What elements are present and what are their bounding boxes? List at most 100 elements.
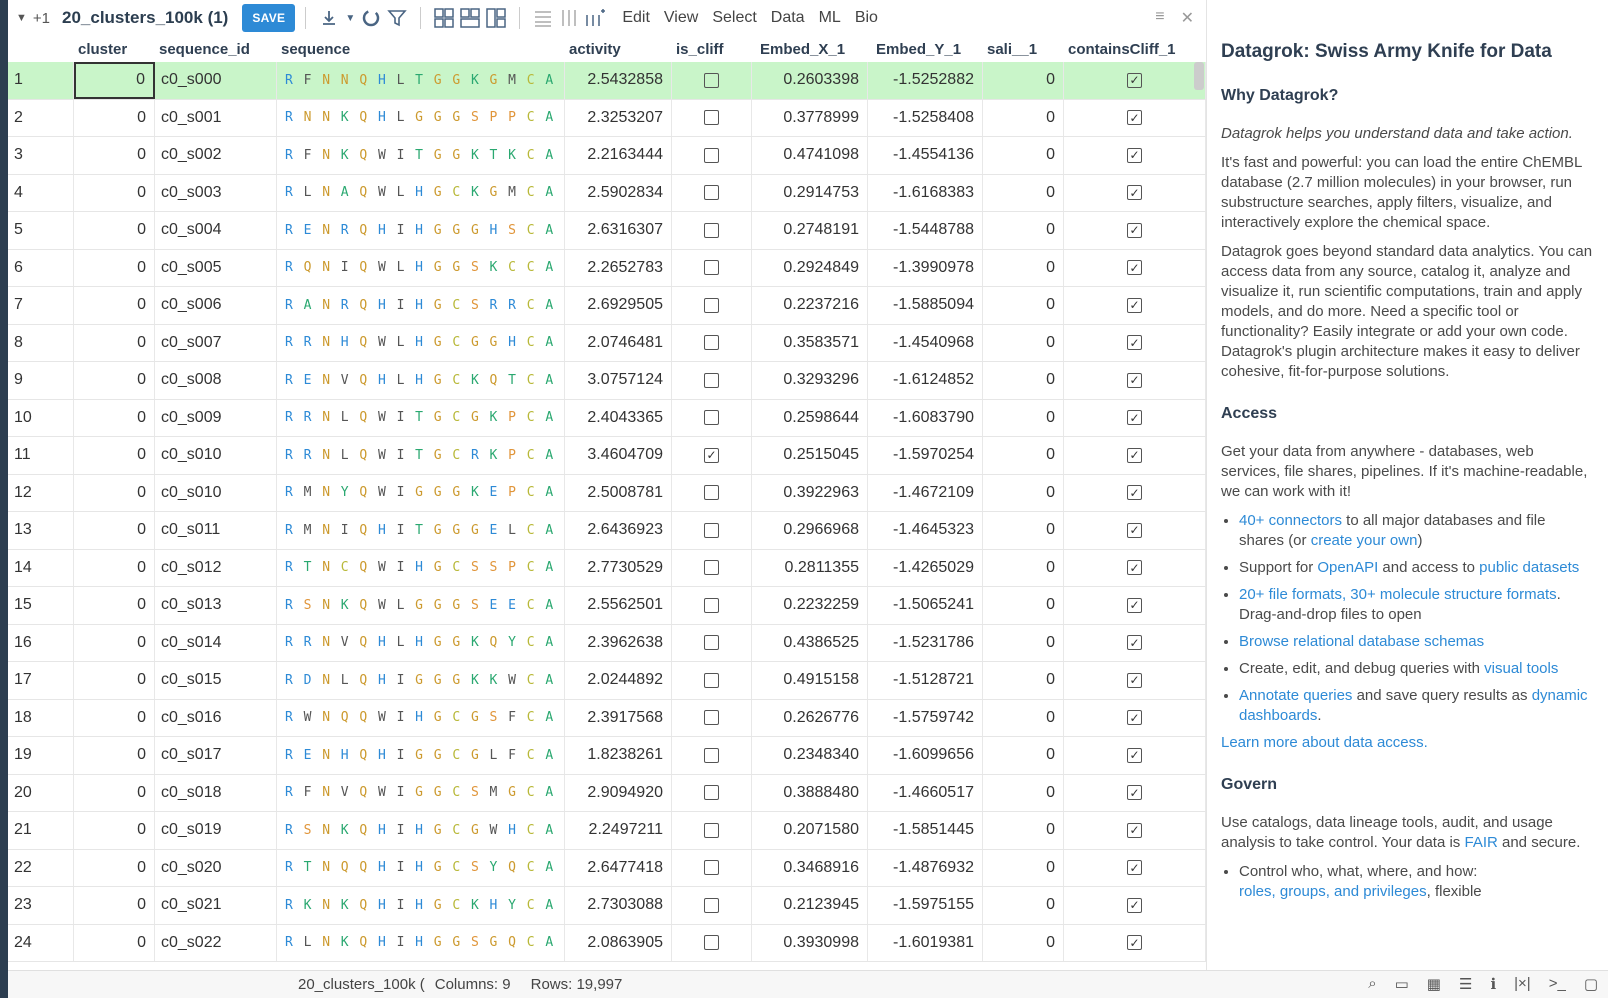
table-row[interactable]: 13 0 c0_s011 R M N I Q H I T G G G E L C A 2.6436923 0.2966… [8, 512, 1206, 550]
cell-sequence-id[interactable]: c0_s002 [155, 137, 277, 174]
cell-activity[interactable]: 2.3962638 [565, 624, 672, 661]
cell-embed-y[interactable]: -1.4645323 [868, 512, 983, 549]
cell-contains-cliff[interactable]: ✓ [1064, 812, 1206, 849]
status-table-name[interactable]: 20_clusters_100k ( [298, 976, 425, 993]
cell-embed-x[interactable]: 0.2966968 [752, 512, 868, 549]
cell-activity[interactable]: 2.6929505 [565, 287, 672, 324]
header-sequence-id[interactable]: sequence_id [155, 41, 277, 58]
row-index[interactable]: 11 [8, 437, 74, 474]
cell-cluster[interactable]: 0 [74, 587, 155, 624]
table-row[interactable]: 9 0 c0_s008 R E N V Q H L H G C K Q T C A 3.0757124 0.32932… [8, 362, 1206, 400]
settings-sliders-icon[interactable]: ☰ [1459, 975, 1472, 993]
cell-activity[interactable]: 2.6477418 [565, 849, 672, 886]
annotate-queries-link[interactable]: Annotate queries [1239, 687, 1352, 704]
cell-sequence-id[interactable]: c0_s010 [155, 474, 277, 511]
roles-groups-link[interactable]: roles, groups, and privileges [1239, 883, 1427, 900]
row-index[interactable]: 7 [8, 287, 74, 324]
table-row[interactable]: 8 0 c0_s007 R R N H Q W L H G C G G H C A 2.0746481 0.35835… [8, 324, 1206, 362]
cell-sequence-id[interactable]: c0_s017 [155, 737, 277, 774]
learn-more-access-link[interactable]: Learn more about data access. [1221, 733, 1594, 753]
cell-contains-cliff[interactable]: ✓ [1064, 774, 1206, 811]
cell-cluster[interactable]: 0 [74, 362, 155, 399]
cell-embed-y[interactable]: -1.4660517 [868, 774, 983, 811]
contains-cliff-checkbox[interactable]: ✓ [1127, 372, 1142, 388]
cell-sequence[interactable]: RLNAQWLHGCKGMCA [277, 174, 565, 211]
cell-is-cliff[interactable] [672, 99, 752, 136]
is-cliff-checkbox[interactable] [704, 860, 719, 876]
menu-edit[interactable]: Edit [622, 9, 650, 27]
cell-is-cliff[interactable] [672, 362, 752, 399]
cell-embed-y[interactable]: -1.5231786 [868, 624, 983, 661]
table-row[interactable]: 21 0 c0_s019 R S N K Q H I H G C G W H C A 2.2497211 0.2071… [8, 812, 1206, 850]
cell-cluster[interactable]: 0 [74, 924, 155, 961]
is-cliff-checkbox[interactable] [704, 560, 719, 576]
cell-embed-x[interactable]: 0.2123945 [752, 887, 868, 924]
cell-cluster[interactable]: 0 [74, 774, 155, 811]
cell-activity[interactable]: 2.6436923 [565, 512, 672, 549]
cell-is-cliff[interactable] [672, 624, 752, 661]
header-sali[interactable]: sali__1 [983, 41, 1064, 58]
row-index[interactable]: 24 [8, 924, 74, 961]
cell-cluster[interactable]: 0 [74, 737, 155, 774]
header-cluster[interactable]: cluster [74, 41, 155, 58]
cell-sequence[interactable]: RENHQHIGGCGLFCA [277, 737, 565, 774]
cell-embed-y[interactable]: -1.5851445 [868, 812, 983, 849]
filter-icon[interactable] [384, 5, 410, 31]
table-row[interactable]: 2 0 c0_s001 R N N K Q H L G G G S P P C A 2.3253207 0.37789… [8, 99, 1206, 137]
contains-cliff-checkbox[interactable]: ✓ [1127, 185, 1142, 201]
cell-embed-x[interactable]: 0.4386525 [752, 624, 868, 661]
cell-sequence-id[interactable]: c0_s006 [155, 287, 277, 324]
cell-sequence-id[interactable]: c0_s014 [155, 624, 277, 661]
cell-activity[interactable]: 2.2163444 [565, 137, 672, 174]
cell-sequence[interactable]: RSNKQHIHGCGWHCA [277, 812, 565, 849]
cell-sequence[interactable]: RMNYQWIGGGKEPCA [277, 474, 565, 511]
cell-cluster[interactable]: 0 [74, 324, 155, 361]
header-embed-x[interactable]: Embed_X_1 [752, 41, 868, 58]
cell-sequence[interactable]: RLNKQHIHGGSGQCA [277, 924, 565, 961]
cell-is-cliff[interactable] [672, 699, 752, 736]
cell-cluster[interactable]: 0 [74, 399, 155, 436]
cell-sequence-id[interactable]: c0_s019 [155, 812, 277, 849]
cell-embed-x[interactable]: 0.3293296 [752, 362, 868, 399]
cell-embed-x[interactable]: 0.2603398 [752, 62, 868, 99]
cell-sequence[interactable]: RFNKQWITGGKTKCA [277, 137, 565, 174]
cell-embed-y[interactable]: -1.5759742 [868, 699, 983, 736]
cell-embed-x[interactable]: 0.2232259 [752, 587, 868, 624]
cell-activity[interactable]: 2.5562501 [565, 587, 672, 624]
header-activity[interactable]: activity [565, 41, 672, 58]
cell-sequence-id[interactable]: c0_s015 [155, 662, 277, 699]
cell-embed-y[interactable]: -1.5258408 [868, 99, 983, 136]
cell-cluster[interactable]: 0 [74, 662, 155, 699]
cell-cluster[interactable]: 0 [74, 512, 155, 549]
cell-is-cliff[interactable] [672, 549, 752, 586]
cell-sequence-id[interactable]: c0_s010 [155, 437, 277, 474]
row-index[interactable]: 10 [8, 399, 74, 436]
contains-cliff-checkbox[interactable]: ✓ [1127, 635, 1142, 651]
table-row[interactable]: 23 0 c0_s021 R K N K Q H I H G C K H Y C A 2.7303088 0.2123… [8, 887, 1206, 925]
contains-cliff-checkbox[interactable]: ✓ [1127, 822, 1142, 838]
cell-embed-x[interactable]: 0.3583571 [752, 324, 868, 361]
cell-sali[interactable]: 0 [983, 474, 1064, 511]
table-row[interactable]: 19 0 c0_s017 R E N H Q H I G G C G L F C A 1.8238261 0.2348… [8, 737, 1206, 775]
is-cliff-checkbox[interactable] [704, 710, 719, 726]
cell-is-cliff[interactable] [672, 62, 752, 99]
cell-sequence-id[interactable]: c0_s011 [155, 512, 277, 549]
contains-cliff-checkbox[interactable]: ✓ [1127, 297, 1142, 313]
cell-is-cliff[interactable] [672, 399, 752, 436]
layout-grid-icon[interactable] [431, 5, 457, 31]
cell-embed-y[interactable]: -1.5252882 [868, 62, 983, 99]
cell-sequence[interactable]: RRNHQWLHGCGGHCA [277, 324, 565, 361]
cell-sequence-id[interactable]: c0_s008 [155, 362, 277, 399]
cell-contains-cliff[interactable]: ✓ [1064, 512, 1206, 549]
table-row[interactable]: 16 0 c0_s014 R R N V Q H L H G G K Q Y C A 2.3962638 0.4386… [8, 624, 1206, 662]
cell-sali[interactable]: 0 [983, 399, 1064, 436]
cell-cluster[interactable]: 0 [74, 624, 155, 661]
row-index[interactable]: 9 [8, 362, 74, 399]
cell-sali[interactable]: 0 [983, 437, 1064, 474]
is-cliff-checkbox[interactable] [704, 485, 719, 501]
cell-activity[interactable]: 2.2652783 [565, 249, 672, 286]
cell-embed-y[interactable]: -1.5885094 [868, 287, 983, 324]
cell-activity[interactable]: 1.8238261 [565, 737, 672, 774]
cell-contains-cliff[interactable]: ✓ [1064, 699, 1206, 736]
table-row[interactable]: 7 0 c0_s006 R A N R Q H I H G C S R R C A 2.6929505 0.22372… [8, 287, 1206, 325]
